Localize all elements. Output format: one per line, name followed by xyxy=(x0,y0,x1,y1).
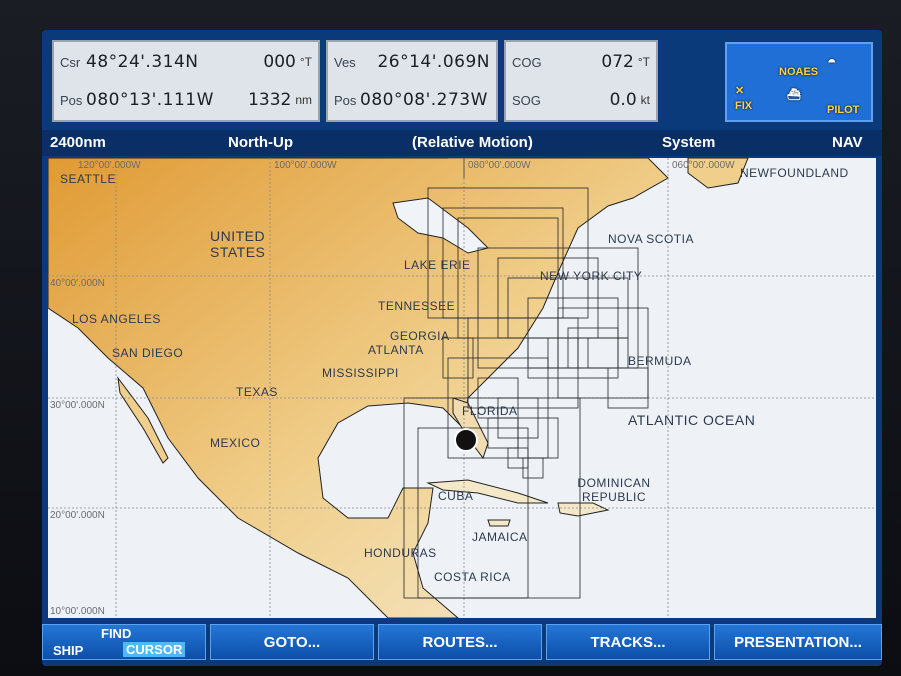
csr-label: Csr xyxy=(60,54,81,70)
noaes-label: NOAES xyxy=(779,66,819,78)
cursor-option[interactable]: CURSOR xyxy=(123,642,186,657)
dominican-republic-label: DOMINICAN REPUBLIC xyxy=(577,476,651,504)
sog-value: 0.0 xyxy=(609,90,637,110)
chart-status-bar: 2400nm North-Up (Relative Motion) System… xyxy=(42,130,882,156)
nav-label: NAV xyxy=(832,134,863,151)
georgia-label: GEORGIA xyxy=(390,329,450,343)
hispaniola-island xyxy=(557,502,610,517)
find-ship-cursor-button[interactable]: FIND SHIP CURSOR xyxy=(42,624,206,660)
presentation-button[interactable]: PRESENTATION... xyxy=(714,624,882,660)
united-states-label: UNITED STATES xyxy=(210,228,266,260)
florida-label: FLORIDA xyxy=(462,404,518,418)
softkey-bar: FIND SHIP CURSOR GOTO... ROUTES... TRACK… xyxy=(42,624,882,660)
lat-20-label: 20°00'.000N xyxy=(50,510,105,521)
cog-value: 072 xyxy=(601,52,634,72)
lon-060-label: 060°00'.000W xyxy=(672,160,735,171)
cursor-range-unit: nm xyxy=(295,93,312,107)
vessel-position-marker xyxy=(454,428,478,452)
cursor-range: 1332 xyxy=(248,90,292,110)
mississippi-label: MISSISSIPPI xyxy=(322,366,399,380)
ves-label: Ves xyxy=(334,54,356,70)
north-america-landmass xyxy=(48,158,669,618)
cursor-latitude: 48°24'.314N xyxy=(86,52,199,72)
pilot-label: PILOT xyxy=(827,104,860,116)
goto-button[interactable]: GOTO... xyxy=(210,624,374,660)
motion-mode[interactable]: (Relative Motion) xyxy=(412,134,533,151)
jamaica-island xyxy=(487,519,511,527)
atlantic-ocean-label: ATLANTIC OCEAN xyxy=(628,412,756,428)
boat-icon: ⛴ xyxy=(787,89,801,101)
cursor-bearing: 000 xyxy=(263,52,296,72)
honduras-label: HONDURAS xyxy=(364,546,437,560)
pos-label: Pos xyxy=(60,92,83,108)
cursor-data-panel: Csr 48°24'.314N 000 °T Pos 080°13'.111W … xyxy=(52,40,320,122)
cursor-bearing-unit: °T xyxy=(299,55,312,69)
sog-unit: kt xyxy=(640,93,650,107)
satellite-icon: ◓ xyxy=(827,54,837,71)
range-readout: 2400nm xyxy=(50,134,106,151)
cog-label: COG xyxy=(512,54,542,70)
lon-120-label: 120°00'.000W xyxy=(78,160,141,171)
find-label: FIND xyxy=(101,626,132,641)
tracks-button[interactable]: TRACKS... xyxy=(546,624,710,660)
vessel-data-panel: Ves 26°14'.069N Pos 080°08'.273W xyxy=(326,40,498,122)
chartplotter-screen: Csr 48°24'.314N 000 °T Pos 080°13'.111W … xyxy=(42,30,882,666)
lat-30-label: 30°00'.000N xyxy=(50,400,105,411)
san-diego-label: SAN DIEGO xyxy=(112,346,184,360)
vessel-longitude: 080°08'.273W xyxy=(360,90,488,110)
lat-40-label: 40°00'.000N xyxy=(50,278,105,289)
mexico-label: MEXICO xyxy=(210,436,261,450)
atlanta-label: ATLANTA xyxy=(368,343,424,357)
cursor-longitude: 080°13'.111W xyxy=(86,90,214,110)
texas-label: TEXAS xyxy=(236,385,278,399)
seattle-label: SEATTLE xyxy=(60,172,116,186)
los-angeles-label: LOS ANGELES xyxy=(72,312,161,326)
system-label: System xyxy=(662,134,716,151)
fix-label: FIX xyxy=(735,100,753,112)
ves-pos-label: Pos xyxy=(334,92,357,108)
costa-rica-label: COSTA RICA xyxy=(434,570,511,584)
vessel-latitude: 26°14'.069N xyxy=(377,52,490,72)
bermuda-label: BERMUDA xyxy=(628,354,692,368)
routes-button[interactable]: ROUTES... xyxy=(378,624,542,660)
lon-100-label: 100°00'.000W xyxy=(274,160,337,171)
orientation-mode[interactable]: North-Up xyxy=(228,134,293,151)
lat-10-label: 10°00'.000N xyxy=(50,606,105,617)
tennessee-label: TENNESSEE xyxy=(378,299,456,313)
chart-graphics xyxy=(48,158,876,618)
gps-fix-icon: ✕ xyxy=(735,85,745,97)
sog-label: SOG xyxy=(512,92,541,108)
cuba-label: CUBA xyxy=(438,489,474,503)
course-data-panel: COG 072 °T SOG 0.0 kt xyxy=(504,40,658,122)
fix-status-panel[interactable]: ✕ FIX NOAES ⛴ ◓ PILOT xyxy=(725,42,873,122)
new-york-city-label: NEW YORK CITY xyxy=(540,269,643,283)
lake-erie-label: LAKE ERIE xyxy=(404,258,471,272)
nova-scotia-label: NOVA SCOTIA xyxy=(608,232,694,246)
cog-unit: °T xyxy=(637,55,650,69)
newfoundland-label: NEWFOUNDLAND xyxy=(740,166,849,180)
ship-option[interactable]: SHIP xyxy=(53,643,83,658)
lon-080-label: 080°00'.000W xyxy=(468,160,531,171)
chart-map[interactable]: 120°00'.000W 100°00'.000W 080°00'.000W 0… xyxy=(48,158,876,618)
jamaica-label: JAMAICA xyxy=(472,530,528,544)
